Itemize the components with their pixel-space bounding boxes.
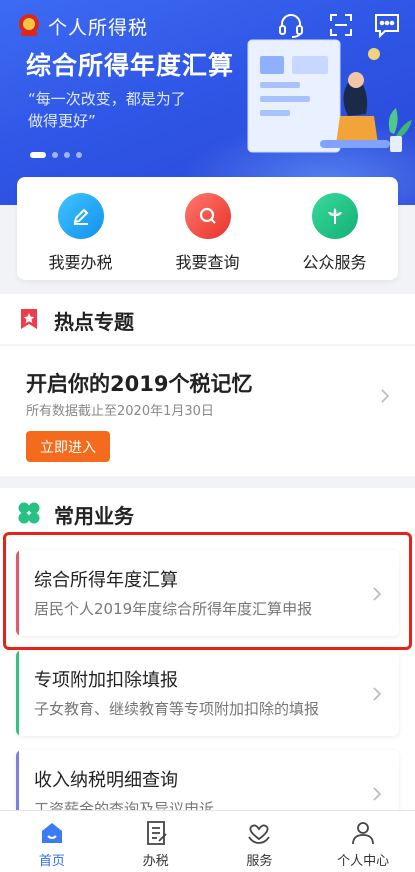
service-desc: 子女教育、继续教育等专项附加扣除的填报 <box>34 700 320 718</box>
nav-label: 办税 <box>142 854 169 869</box>
banner-subtitle-line2: 做得更好” <box>28 112 96 130</box>
search-icon <box>184 193 231 239</box>
carousel-dot[interactable] <box>64 152 70 158</box>
enter-now-button[interactable]: 立即进入 <box>26 431 110 462</box>
chevron-right-icon <box>381 389 390 403</box>
clover-icon <box>18 502 40 524</box>
nav-tax[interactable]: 办税 <box>104 811 208 872</box>
hot-topic-card[interactable]: 开启你的2019个税记忆 所有数据截止至2020年1月30日 立即进入 <box>0 346 415 476</box>
highlight-box <box>3 532 412 650</box>
banner-title: 综合所得年度汇算 <box>26 51 235 80</box>
service-special-deduction[interactable]: 专项附加扣除填报 子女教育、继续教育等专项附加扣除的填报 <box>16 650 399 736</box>
hot-topic-subtitle: 所有数据截止至2020年1月30日 <box>26 404 214 419</box>
hot-section-header: 热点专题 <box>0 294 415 344</box>
nav-label: 首页 <box>38 854 65 869</box>
nav-home[interactable]: 首页 <box>0 811 104 872</box>
nav-profile[interactable]: 个人中心 <box>311 811 415 872</box>
chevron-right-icon <box>373 687 382 701</box>
quick-action-label: 公众服务 <box>302 253 367 272</box>
banner-illustration <box>247 39 412 153</box>
quick-action-query[interactable]: 我要查询 <box>144 177 271 280</box>
nav-label: 服务 <box>246 854 273 869</box>
quick-action-label: 我要办税 <box>48 253 113 272</box>
banner-subtitle: “每一次改变，都是为了 做得更好” <box>28 88 186 132</box>
chevron-right-icon <box>373 787 382 801</box>
quick-action-tax[interactable]: 我要办税 <box>17 177 144 280</box>
nav-service[interactable]: 服务 <box>208 811 312 872</box>
section-title: 热点专题 <box>54 310 134 334</box>
common-section-header: 常用业务 <box>0 488 415 538</box>
bottom-nav: 首页 办税 服务 个人中心 <box>0 810 415 872</box>
home-icon <box>41 823 62 843</box>
carousel-dot[interactable] <box>76 152 82 158</box>
quick-action-service[interactable]: 公众服务 <box>271 177 398 280</box>
banner-subtitle-line1: “每一次改变，都是为了 <box>28 90 186 108</box>
carousel-dots[interactable] <box>30 152 82 158</box>
banner[interactable]: 个人所得税 综合所得年度汇算 “每一次改变，都是为了 做得更好” <box>0 0 415 205</box>
person-icon <box>352 822 375 845</box>
hot-topic-title: 开启你的2019个税记忆 <box>26 372 253 396</box>
service-accent <box>16 650 19 736</box>
carousel-dot[interactable] <box>52 152 58 158</box>
quick-action-label: 我要查询 <box>175 253 240 272</box>
flower-icon <box>311 193 358 239</box>
nav-label: 个人中心 <box>337 854 390 869</box>
carousel-dot[interactable] <box>30 152 46 158</box>
document-icon <box>146 821 167 845</box>
service-title: 收入纳税明细查询 <box>34 770 178 791</box>
section-title: 常用业务 <box>54 504 134 528</box>
heart-hands-icon <box>248 824 271 844</box>
service-title: 专项附加扣除填报 <box>34 670 178 691</box>
pencil-icon <box>57 193 104 239</box>
quick-actions: 我要办税 我要查询 公众服务 <box>17 177 398 280</box>
app-title: 个人所得税 <box>48 17 149 39</box>
bookmark-star-icon <box>21 309 37 329</box>
emblem-icon <box>19 14 39 36</box>
